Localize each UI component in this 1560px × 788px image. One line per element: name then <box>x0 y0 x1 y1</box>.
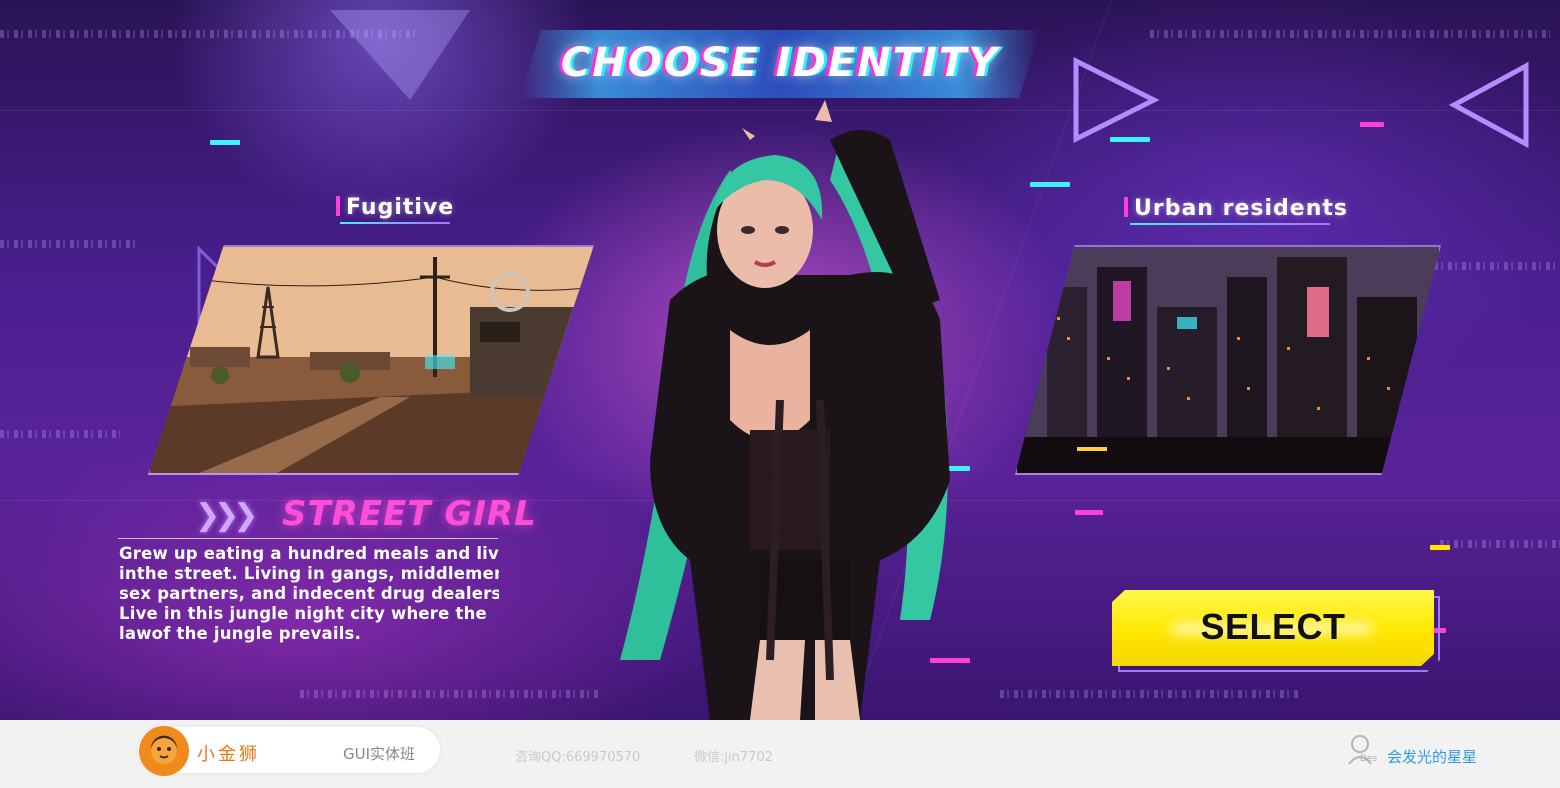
brand-name: 小金狮 <box>197 744 260 765</box>
course-name: GUI实体班 <box>343 745 416 763</box>
code-strip <box>0 240 140 248</box>
glitch-dash <box>1360 122 1384 127</box>
footer-bar: 小金狮 GUI实体班 咨询QQ:669970570 微信:jin7702 Des… <box>0 720 1560 788</box>
role-divider <box>118 538 498 539</box>
category-label: Urban residents <box>1134 196 1348 221</box>
glitch-dash <box>1430 545 1450 550</box>
label-marker <box>1124 197 1128 217</box>
label-marker <box>336 196 340 216</box>
page-title: CHOOSE IDENTITY <box>560 40 1000 86</box>
triangle-icon <box>1073 56 1160 144</box>
urban-image-card[interactable] <box>1015 245 1441 475</box>
code-strip <box>0 430 120 438</box>
light-beam <box>330 10 470 100</box>
role-name: STREET GIRL <box>282 494 537 534</box>
category-urban-residents[interactable]: Urban residents <box>1124 196 1348 221</box>
triangle-icon <box>1448 61 1529 149</box>
role-description: Grew up eating a hundred meals and livir… <box>119 544 499 643</box>
fugitive-image-card[interactable] <box>148 245 594 475</box>
city-scene-image <box>1017 247 1439 473</box>
glitch-dash <box>1030 182 1070 187</box>
wechat-contact: 微信:jin7702 <box>694 750 773 765</box>
desert-scene-image <box>150 247 592 473</box>
code-strip <box>1420 262 1560 270</box>
qq-contact: 咨询QQ:669970570 <box>515 750 641 765</box>
select-button[interactable] <box>1112 590 1434 666</box>
code-strip <box>1000 690 1300 698</box>
category-underline <box>340 222 450 224</box>
author-name[interactable]: 会发光的星星 <box>1387 746 1477 767</box>
code-strip <box>300 690 600 698</box>
user-badge: Des <box>1360 754 1378 764</box>
game-scene: CHOOSE IDENTITY Fugitive Urban residents <box>0 0 1560 720</box>
character-portrait <box>620 100 950 720</box>
category-fugitive[interactable]: Fugitive <box>336 195 454 220</box>
glitch-dash <box>210 140 240 145</box>
glitch-dash <box>1110 137 1150 142</box>
category-label: Fugitive <box>346 195 455 220</box>
glitch-dash <box>1075 510 1103 515</box>
code-strip <box>1440 540 1560 548</box>
lion-face <box>151 738 177 764</box>
chevron-arrows-icon: ❯❯❯ <box>195 498 258 533</box>
code-strip <box>1150 30 1550 38</box>
category-underline <box>1130 223 1330 225</box>
lion-logo-icon <box>139 726 189 776</box>
